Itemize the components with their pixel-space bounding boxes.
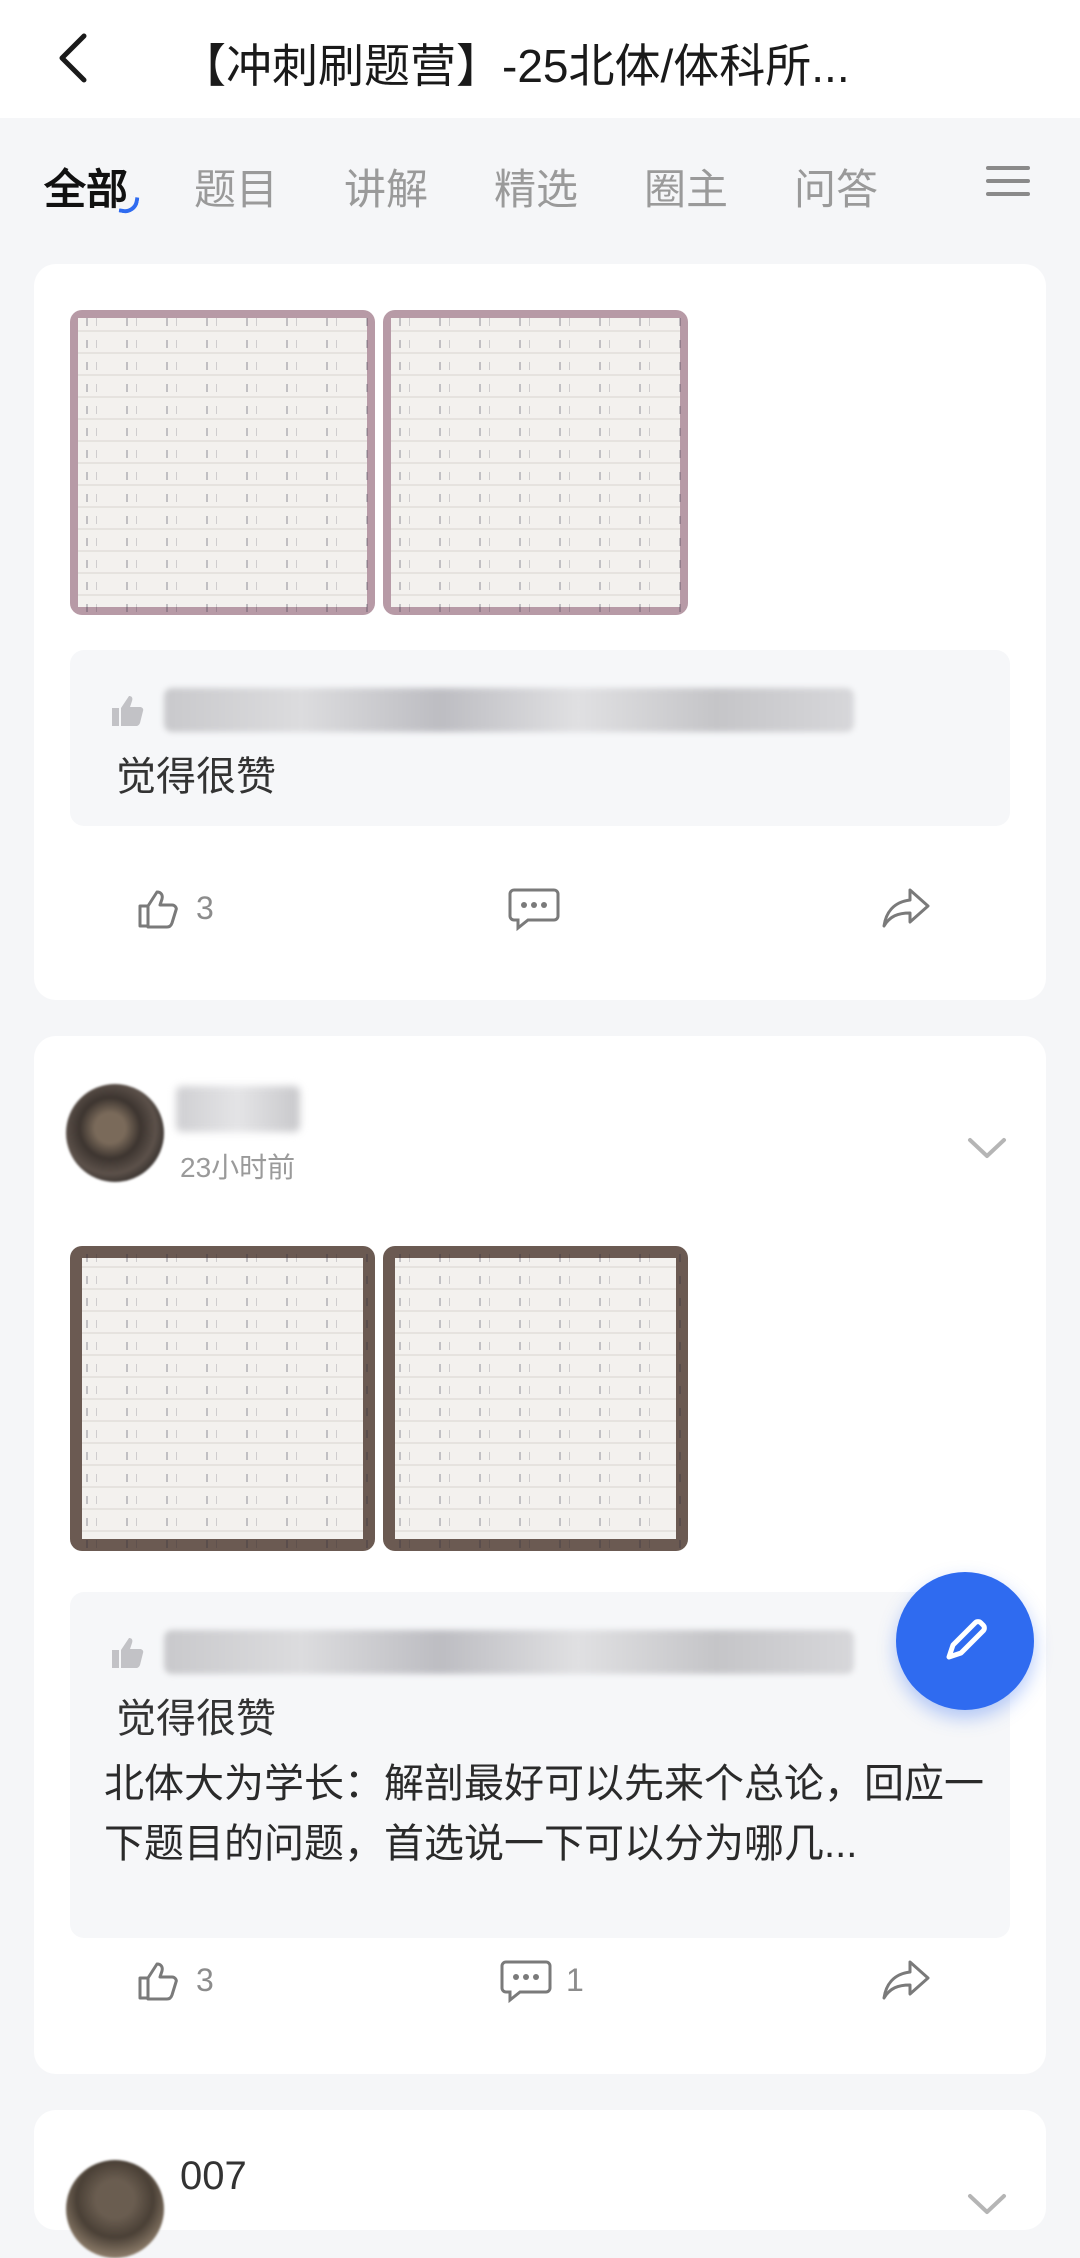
post-card: 觉得很赞 3: [34, 264, 1046, 1000]
share-button[interactable]: [878, 1956, 934, 2004]
like-button[interactable]: 3: [134, 884, 214, 932]
blurred-author-name: [176, 1086, 300, 1132]
thumbs-up-icon: [112, 696, 144, 726]
back-button[interactable]: [44, 28, 104, 88]
compose-button[interactable]: [896, 1572, 1034, 1710]
top-bar: 【冲刺刷题营】-25北体/体科所...: [0, 0, 1080, 118]
active-tab-indicator: [118, 194, 140, 216]
share-button[interactable]: [878, 884, 934, 932]
menu-icon[interactable]: [986, 160, 1030, 204]
chevron-down-icon[interactable]: [964, 1126, 1010, 1172]
tab-questions[interactable]: 题目: [194, 156, 278, 217]
likes-summary: 觉得很赞 北体大为学长：解剖最好可以先来个总论，回应一下题目的问题，首选说一下可…: [70, 1592, 1010, 1938]
chevron-down-icon[interactable]: [964, 2182, 1010, 2228]
comment-icon: [500, 1960, 552, 2004]
chevron-left-icon: [59, 33, 87, 83]
likes-suffix: 觉得很赞: [116, 755, 276, 799]
comment-button[interactable]: [508, 884, 560, 932]
like-count: 3: [196, 889, 214, 926]
comment-preview[interactable]: 北体大为学长：解剖最好可以先来个总论，回应一下题目的问题，首选说一下可以分为哪几…: [104, 1754, 984, 1874]
share-icon: [882, 888, 930, 928]
post-image[interactable]: [70, 310, 375, 615]
comment-author: 北体大为学长：: [104, 1762, 384, 1806]
blurred-usernames: [164, 1630, 854, 1674]
comment-count: 1: [566, 1961, 584, 1998]
tab-all[interactable]: 全部: [44, 156, 128, 217]
thumbs-up-icon: [138, 1962, 178, 2001]
avatar[interactable]: [66, 1084, 164, 1182]
tab-explanations[interactable]: 讲解: [344, 156, 428, 217]
blurred-usernames: [164, 688, 854, 732]
likes-summary: 觉得很赞: [70, 650, 1010, 826]
thumbs-up-icon: [112, 1638, 144, 1668]
tab-bar: 全部 题目 讲解 精选 圈主 问答: [0, 118, 1080, 264]
likes-suffix: 觉得很赞: [116, 1697, 276, 1741]
post-image[interactable]: [70, 1246, 375, 1551]
share-icon: [882, 1960, 930, 2000]
pencil-icon: [946, 1619, 987, 1660]
tab-featured[interactable]: 精选: [494, 156, 578, 217]
post-image[interactable]: [383, 1246, 688, 1551]
like-button[interactable]: 3: [134, 1956, 214, 2004]
comment-icon: [508, 888, 560, 932]
like-count: 3: [196, 1961, 214, 1998]
page-title: 【冲刺刷题营】-25北体/体科所...: [180, 40, 850, 92]
avatar[interactable]: [66, 2160, 164, 2258]
post-image[interactable]: [383, 310, 688, 615]
author-name[interactable]: 007: [180, 2154, 247, 2199]
comment-button[interactable]: 1: [500, 1956, 584, 2004]
thumbs-up-icon: [138, 890, 178, 929]
tab-owner[interactable]: 圈主: [644, 156, 728, 217]
tab-qa[interactable]: 问答: [794, 156, 878, 217]
post-card: 23小时前 觉得很赞 北体大为学长：解剖最好可以先来个总论，回应一下题目的问题，…: [34, 1036, 1046, 2074]
post-card: 007: [34, 2110, 1046, 2258]
post-time: 23小时前: [180, 1152, 296, 1183]
